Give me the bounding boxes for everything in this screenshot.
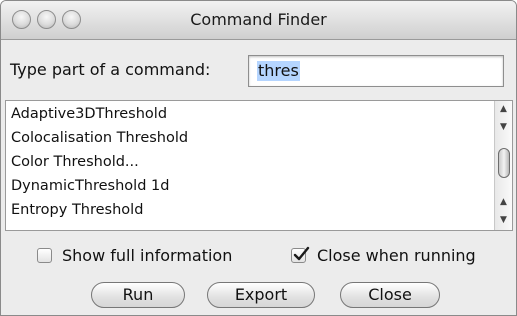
options-panel: Show full information Close when running… (1, 233, 516, 315)
show-full-information-checkbox[interactable] (37, 248, 52, 263)
close-button[interactable]: Close (340, 282, 440, 308)
close-when-running-label[interactable]: Close when running (317, 246, 476, 265)
command-finder-window: Command Finder Type part of a command: t… (0, 0, 517, 316)
run-button[interactable]: Run (91, 282, 185, 308)
scroll-down-icon[interactable]: ▼ (495, 213, 512, 227)
list-item[interactable]: Adaptive3DThreshold (11, 106, 167, 122)
scrollbar-thumb[interactable] (498, 148, 510, 178)
search-row: Type part of a command: thres (1, 41, 516, 97)
list-item[interactable]: Entropy Threshold (11, 202, 143, 218)
search-label: Type part of a command: (10, 60, 211, 79)
list-item[interactable]: Colocalisation Threshold (11, 130, 188, 146)
command-list-items: Adaptive3DThreshold Colocalisation Thres… (6, 101, 494, 230)
checkmark-icon (293, 246, 310, 261)
list-item[interactable]: DynamicThreshold 1d (11, 178, 169, 194)
scroll-up-icon[interactable]: ▲ (495, 102, 512, 116)
scroll-down-icon[interactable]: ▼ (495, 120, 512, 134)
search-input[interactable]: thres (248, 55, 504, 87)
scroll-up-icon[interactable]: ▲ (495, 195, 512, 209)
command-list[interactable]: Adaptive3DThreshold Colocalisation Thres… (5, 100, 513, 231)
vertical-scrollbar[interactable]: ▲ ▼ ▲ ▼ (494, 101, 512, 230)
close-when-running-checkbox[interactable] (291, 246, 310, 263)
show-full-information-label[interactable]: Show full information (62, 246, 232, 265)
export-button[interactable]: Export (207, 282, 315, 308)
title-bar[interactable]: Command Finder (1, 1, 516, 40)
window-title: Command Finder (190, 10, 327, 29)
search-input-value: thres (257, 61, 300, 81)
list-item[interactable]: Color Threshold... (11, 154, 139, 170)
